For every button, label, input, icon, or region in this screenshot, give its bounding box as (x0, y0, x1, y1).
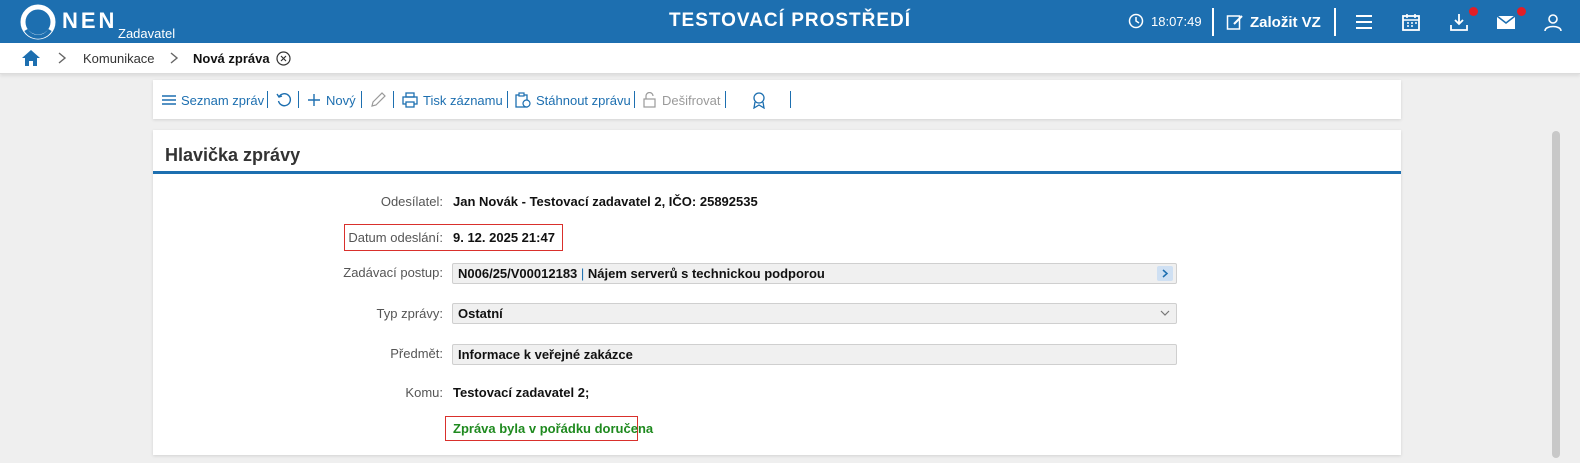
divider (725, 91, 726, 108)
panel-title-rule (153, 171, 1401, 174)
mail-notification-badge (1517, 7, 1526, 16)
message-toolbar: Seznam zpráv Nový Tisk záznamu Stáhnout … (153, 80, 1401, 119)
message-list-button[interactable]: Seznam zpráv (162, 91, 264, 109)
divider (790, 91, 791, 108)
divider (1334, 8, 1336, 36)
download-message-label: Stáhnout zprávu (536, 92, 631, 108)
environment-title: TESTOVACÍ PROSTŘEDÍ (668, 10, 912, 31)
edit-message-button[interactable] (370, 91, 386, 109)
recipient-value: Testovací zadavatel 2; (453, 385, 590, 400)
print-record-label: Tisk záznamu (423, 92, 503, 108)
date-sent-label: Datum odeslání: (348, 230, 443, 245)
divider (361, 91, 362, 108)
page-scrollbar[interactable] (1552, 131, 1560, 458)
create-tender-button[interactable]: Založit VZ (1226, 10, 1321, 34)
certificate-icon (753, 91, 765, 109)
open-procedure-icon[interactable] (1157, 266, 1173, 281)
breadcrumb-new-message: Nová zpráva (193, 51, 270, 66)
certificate-button[interactable] (751, 91, 767, 109)
new-message-label: Nový (326, 92, 356, 108)
divider (298, 91, 299, 108)
sender-value: Jan Novák - Testovací zadavatel 2, IČO: … (453, 194, 758, 209)
clipboard-download-icon (515, 92, 531, 108)
unlock-icon (643, 92, 656, 108)
download-notification-badge (1469, 7, 1478, 16)
print-record-button[interactable]: Tisk záznamu (402, 91, 503, 109)
delivery-status: Zpráva byla v pořádku doručena (453, 421, 654, 436)
list-icon (162, 95, 176, 105)
breadcrumb-communication[interactable]: Komunikace (83, 51, 155, 66)
message-type-select[interactable]: Ostatní (452, 303, 1177, 324)
divider (507, 91, 508, 108)
breadcrumb: Komunikace Nová zpráva (0, 43, 1580, 74)
procedure-code[interactable]: N006/25/V00012183 (458, 266, 577, 281)
message-type-label: Typ zprávy: (376, 306, 443, 321)
subject-label: Předmět: (390, 346, 443, 361)
sender-label: Odesílatel: (380, 194, 443, 209)
download-icon[interactable] (1449, 12, 1469, 32)
close-tab-icon[interactable] (276, 51, 291, 66)
chevron-down-icon (1160, 310, 1170, 316)
menu-icon[interactable] (1354, 12, 1374, 32)
top-bar: NEN Zadavatel TESTOVACÍ PROSTŘEDÍ 18:07:… (0, 0, 1580, 43)
message-type-value: Ostatní (458, 306, 503, 321)
procedure-name: Nájem serverů s technickou podporou (587, 266, 825, 281)
decrypt-button[interactable]: Dešifrovat (642, 91, 721, 109)
create-tender-label: Založit VZ (1250, 13, 1321, 31)
chevron-right-icon (170, 52, 179, 64)
message-header-panel: Hlavička zprávy (153, 130, 1401, 455)
mail-icon[interactable] (1496, 12, 1516, 32)
refresh-icon (276, 93, 292, 107)
message-list-label: Seznam zpráv (181, 92, 265, 108)
divider (393, 91, 394, 108)
user-icon[interactable] (1543, 12, 1563, 32)
download-message-button[interactable]: Stáhnout zprávu (515, 91, 631, 109)
home-icon[interactable] (21, 49, 41, 67)
decrypt-label: Dešifrovat (662, 92, 721, 108)
subject-field[interactable]: Informace k veřejné zakázce (452, 344, 1177, 365)
date-sent-value: 9. 12. 2025 21:47 (453, 230, 555, 245)
refresh-button[interactable] (276, 91, 292, 109)
chevron-right-icon (58, 52, 67, 64)
divider (634, 91, 635, 108)
clock-icon (1128, 13, 1144, 29)
pencil-icon (371, 92, 386, 107)
divider (267, 91, 268, 108)
divider (1212, 8, 1214, 36)
calendar-icon[interactable] (1401, 12, 1421, 32)
recipient-label: Komu: (405, 385, 443, 400)
plus-icon (308, 94, 320, 106)
panel-title: Hlavička zprávy (165, 145, 301, 165)
subject-value: Informace k veřejné zakázce (458, 347, 633, 362)
procedure-field[interactable]: N006/25/V00012183 | Nájem serverů s tech… (452, 263, 1177, 284)
new-message-button[interactable]: Nový (307, 91, 356, 109)
edit-icon (1226, 15, 1243, 30)
procedure-label: Zadávací postup: (343, 265, 443, 280)
session-time: 18:07:49 (1151, 14, 1202, 29)
printer-icon (402, 92, 418, 108)
